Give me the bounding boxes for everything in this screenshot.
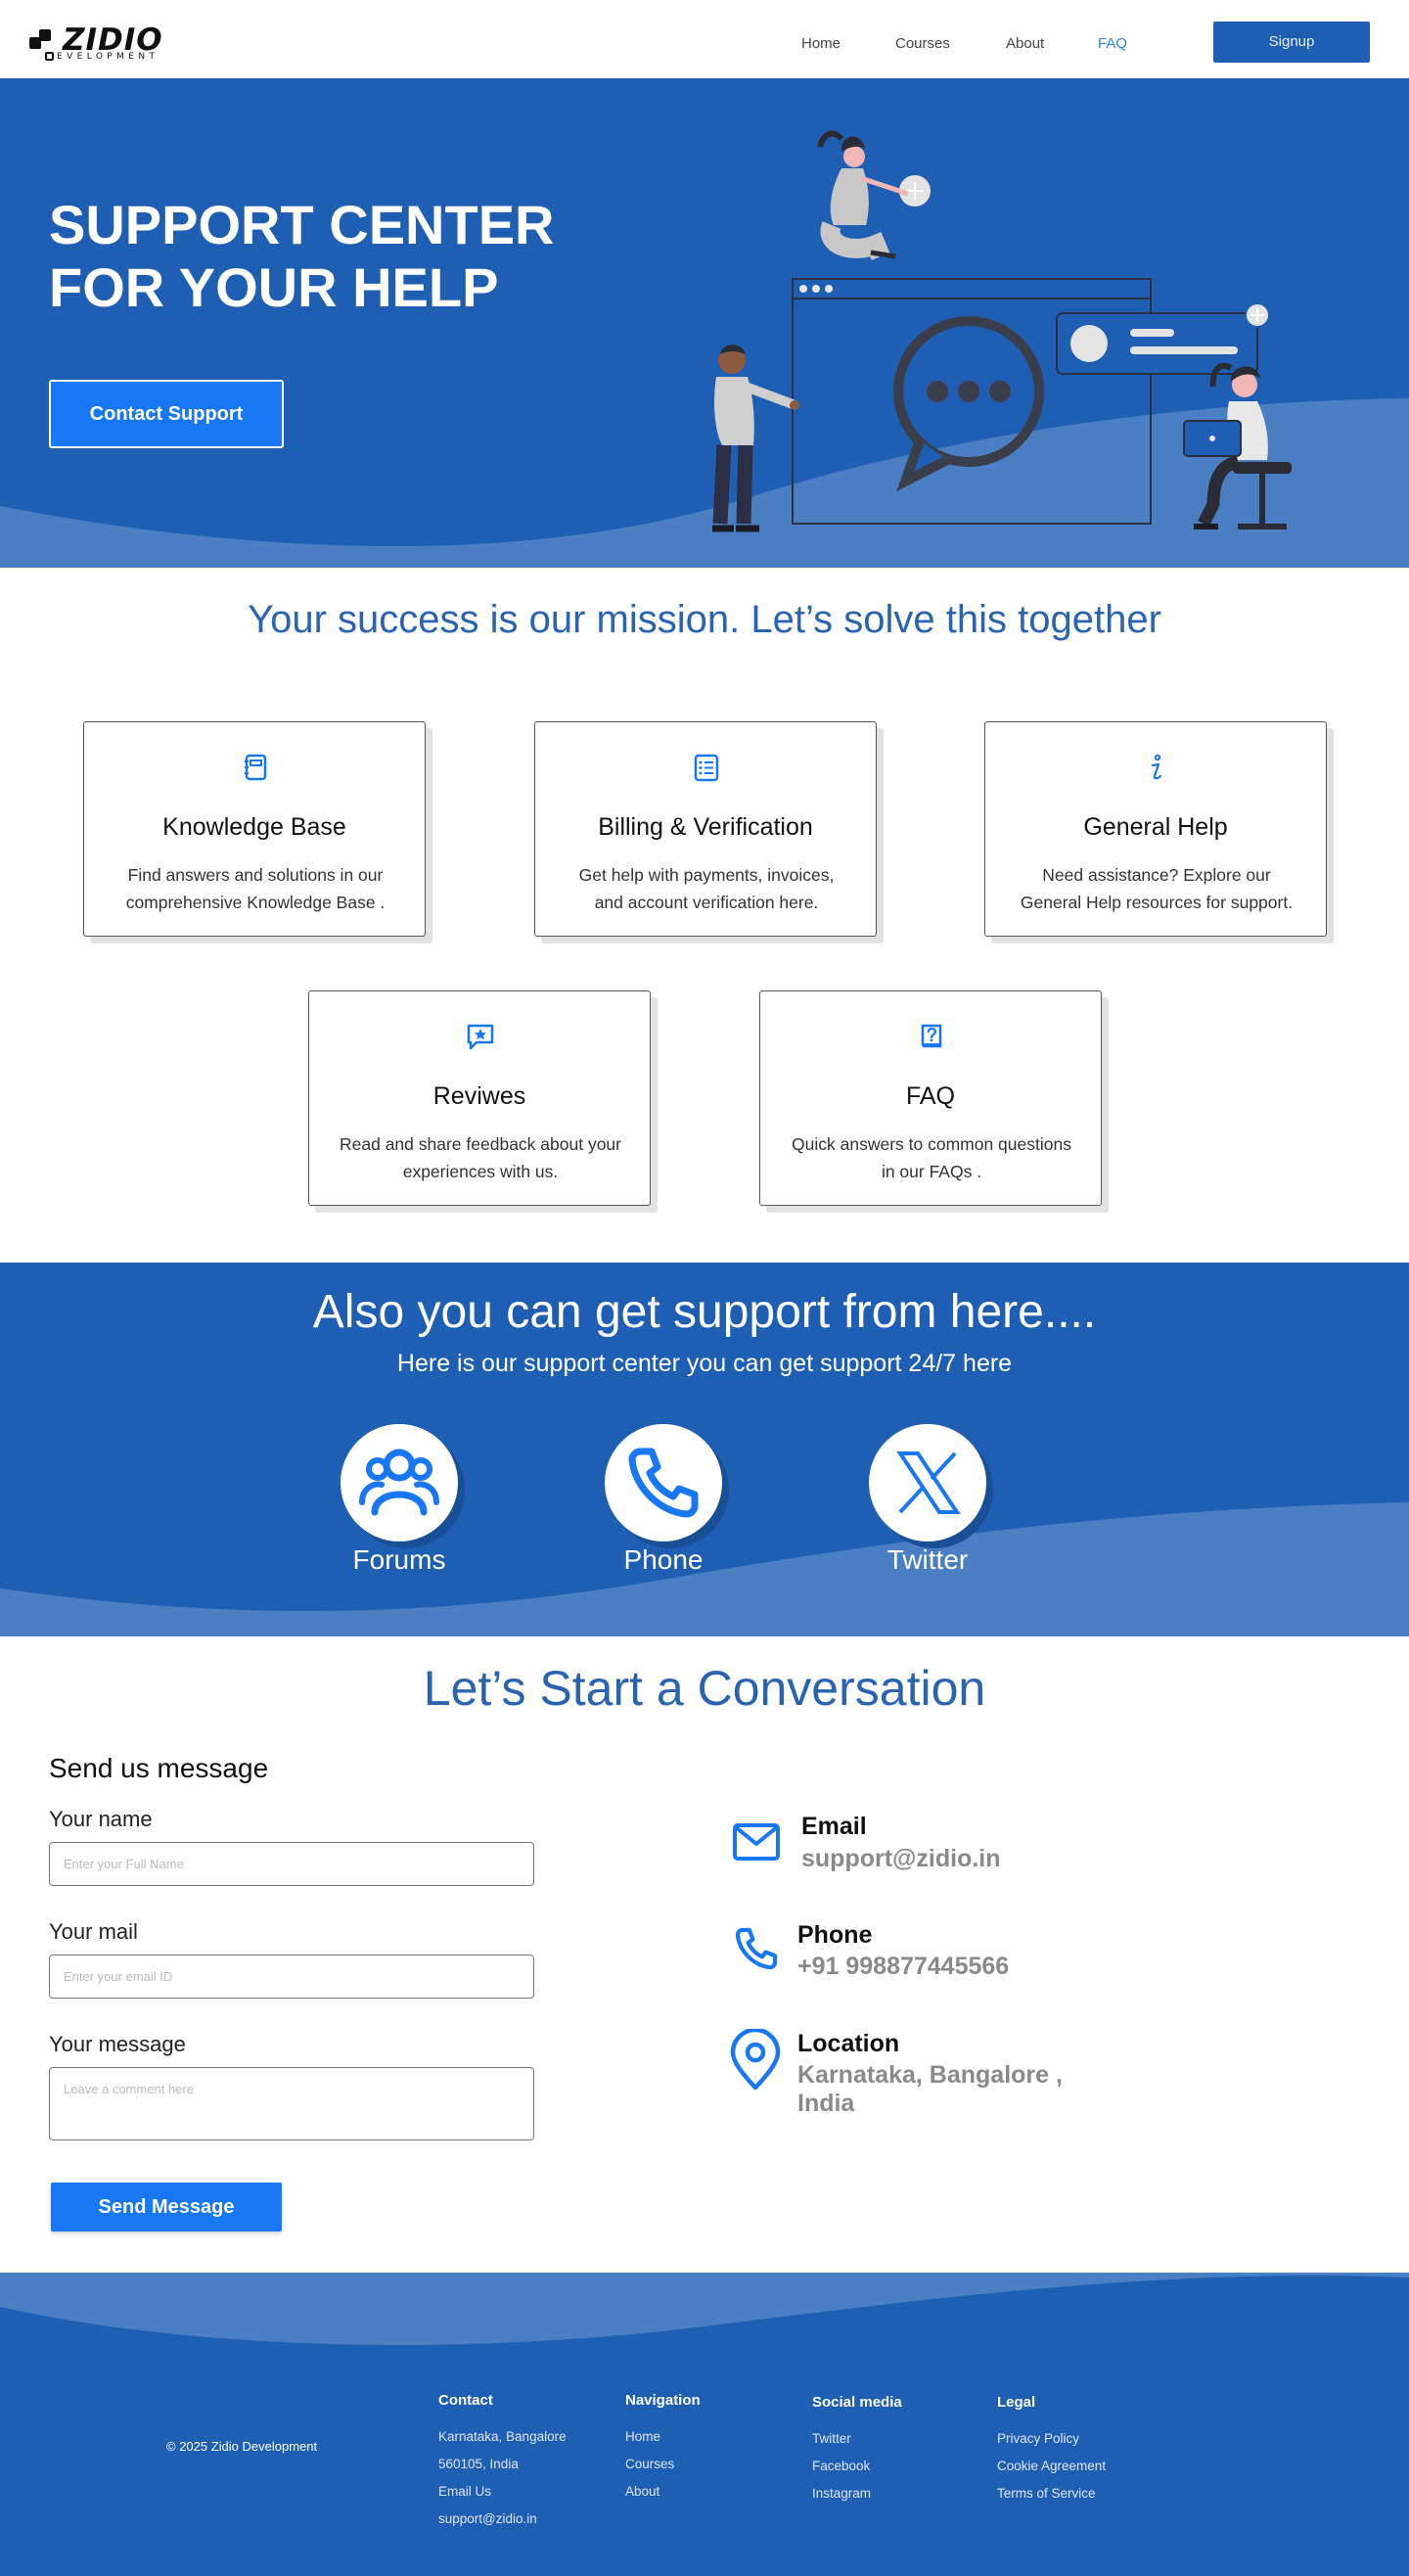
- logo-subtitle: EVELOPMENT: [57, 52, 159, 62]
- footer-contact-line: 560105, India: [438, 2457, 519, 2471]
- name-label: Your name: [49, 1807, 153, 1831]
- footer-link-instagram[interactable]: Instagram: [812, 2486, 871, 2502]
- card-description: Quick answers to common questions in our…: [792, 1134, 1071, 1181]
- footer-link-terms[interactable]: Terms of Service: [997, 2486, 1096, 2502]
- card-billing-verification[interactable]: Billing & Verification Get help with pay…: [534, 721, 877, 937]
- support-illustration: [712, 130, 1292, 532]
- forums-label: Forums: [352, 1544, 446, 1575]
- card-description: Get help with payments, invoices, and ac…: [578, 865, 835, 912]
- send-message-button[interactable]: Send Message: [51, 2183, 282, 2231]
- phone-icon: [735, 1927, 778, 1970]
- card-faq[interactable]: FAQ Quick answers to common questions in…: [759, 990, 1102, 1206]
- footer-legal-title: Legal: [997, 2394, 1036, 2411]
- footer-link-cookie[interactable]: Cookie Agreement: [997, 2459, 1106, 2474]
- support-subheading: Here is our support center you can get s…: [396, 1350, 1013, 1377]
- card-title: General Help: [1083, 813, 1228, 841]
- forums-button[interactable]: [341, 1424, 458, 1541]
- footer-wave: [0, 2273, 1409, 2345]
- footer-link-facebook[interactable]: Facebook: [812, 2459, 870, 2474]
- x-logo-icon: [896, 1451, 961, 1514]
- mail-label: Your mail: [49, 1919, 138, 1944]
- twitter-label: Twitter: [886, 1544, 969, 1575]
- email-label: Email: [801, 1813, 867, 1840]
- card-description: Need assistance? Explore our General Hel…: [1020, 865, 1294, 912]
- location-value-line1: Karnataka, Bangalore ,: [797, 2061, 1063, 2089]
- name-input[interactable]: [49, 1842, 534, 1886]
- mail-icon: [733, 1823, 780, 1861]
- logo-mark-icon: [29, 29, 51, 49]
- email-value[interactable]: support@zidio.in: [801, 1845, 1001, 1873]
- footer-link-home[interactable]: Home: [625, 2429, 660, 2445]
- form-title: Send us message: [49, 1753, 269, 1783]
- message-textarea[interactable]: [49, 2067, 534, 2140]
- footer-social-title: Social media: [812, 2394, 902, 2411]
- phone-button[interactable]: [605, 1424, 722, 1541]
- info-icon: [1151, 754, 1162, 780]
- location-value-line2: India: [797, 2090, 855, 2117]
- nav-faq[interactable]: FAQ: [1098, 35, 1127, 53]
- card-title: Billing & Verification: [598, 813, 813, 841]
- email-input[interactable]: [49, 1955, 534, 1999]
- card-reviews[interactable]: Reviwes Read and share feedback about yo…: [308, 990, 651, 1206]
- footer-link-twitter[interactable]: Twitter: [812, 2431, 851, 2447]
- footer-link-privacy[interactable]: Privacy Policy: [997, 2431, 1079, 2447]
- phone-value[interactable]: +91 998877445566: [797, 1953, 1009, 1981]
- receipt-list-icon: [694, 754, 719, 782]
- footer-email-us[interactable]: Email Us: [438, 2484, 491, 2500]
- card-description: Read and share feedback about your exper…: [340, 1134, 621, 1181]
- card-title: FAQ: [905, 1082, 955, 1110]
- nav-home[interactable]: Home: [801, 35, 841, 53]
- hero-title: SUPPORT CENTER FOR YOUR HELP: [49, 194, 555, 318]
- zidio-logo[interactable]: ZIDIO EVELOPMENT: [29, 25, 176, 65]
- copyright-text: © 2025 Zidio Development: [166, 2439, 318, 2454]
- footer-link-about[interactable]: About: [625, 2484, 659, 2500]
- site-footer: © 2025 Zidio Development Contact Karnata…: [0, 2273, 1409, 2576]
- support-channels-section: Also you can get support from here.... H…: [0, 1263, 1409, 1636]
- phone-label: Phone: [797, 1921, 873, 1949]
- footer-navigation-title: Navigation: [625, 2392, 701, 2409]
- card-title: Reviwes: [432, 1082, 526, 1110]
- logo-sub-box: [45, 52, 54, 61]
- footer-contact-line: Karnataka, Bangalore: [438, 2429, 567, 2444]
- support-heading: Also you can get support from here....: [312, 1286, 1097, 1338]
- footer-link-courses[interactable]: Courses: [625, 2457, 674, 2472]
- question-book-icon: [921, 1024, 942, 1048]
- footer-email-address[interactable]: support@zidio.in: [438, 2511, 537, 2527]
- users-icon: [359, 1449, 439, 1516]
- card-title: Knowledge Base: [162, 813, 346, 841]
- card-description: Find answers and solutions in our compre…: [125, 865, 386, 912]
- phone-label: Phone: [623, 1544, 704, 1575]
- card-general-help[interactable]: General Help Need assistance? Explore ou…: [984, 721, 1327, 937]
- footer-contact-title: Contact: [438, 2392, 493, 2409]
- star-message-icon: [467, 1024, 494, 1050]
- nav-about[interactable]: About: [1006, 35, 1044, 53]
- mission-heading: Your success is our mission. Let’s solve…: [248, 598, 1161, 641]
- notebook-icon: [245, 754, 267, 781]
- phone-icon: [628, 1448, 699, 1518]
- location-label: Location: [797, 2030, 900, 2057]
- site-header: ZIDIO EVELOPMENT Home Courses About FAQ …: [0, 0, 1409, 78]
- signup-button[interactable]: Signup: [1213, 22, 1370, 63]
- nav-courses[interactable]: Courses: [895, 35, 950, 53]
- conversation-heading: Let’s Start a Conversation: [423, 1661, 986, 1716]
- location-pin-icon: [730, 2029, 781, 2091]
- logo-wordmark: ZIDIO: [63, 23, 163, 58]
- hero-section: SUPPORT CENTER FOR YOUR HELP Contact Supp…: [0, 78, 1409, 568]
- message-label: Your message: [49, 2032, 186, 2056]
- card-knowledge-base[interactable]: Knowledge Base Find answers and solution…: [83, 721, 426, 937]
- contact-support-button[interactable]: Contact Support: [49, 380, 284, 448]
- twitter-button[interactable]: [869, 1424, 986, 1541]
